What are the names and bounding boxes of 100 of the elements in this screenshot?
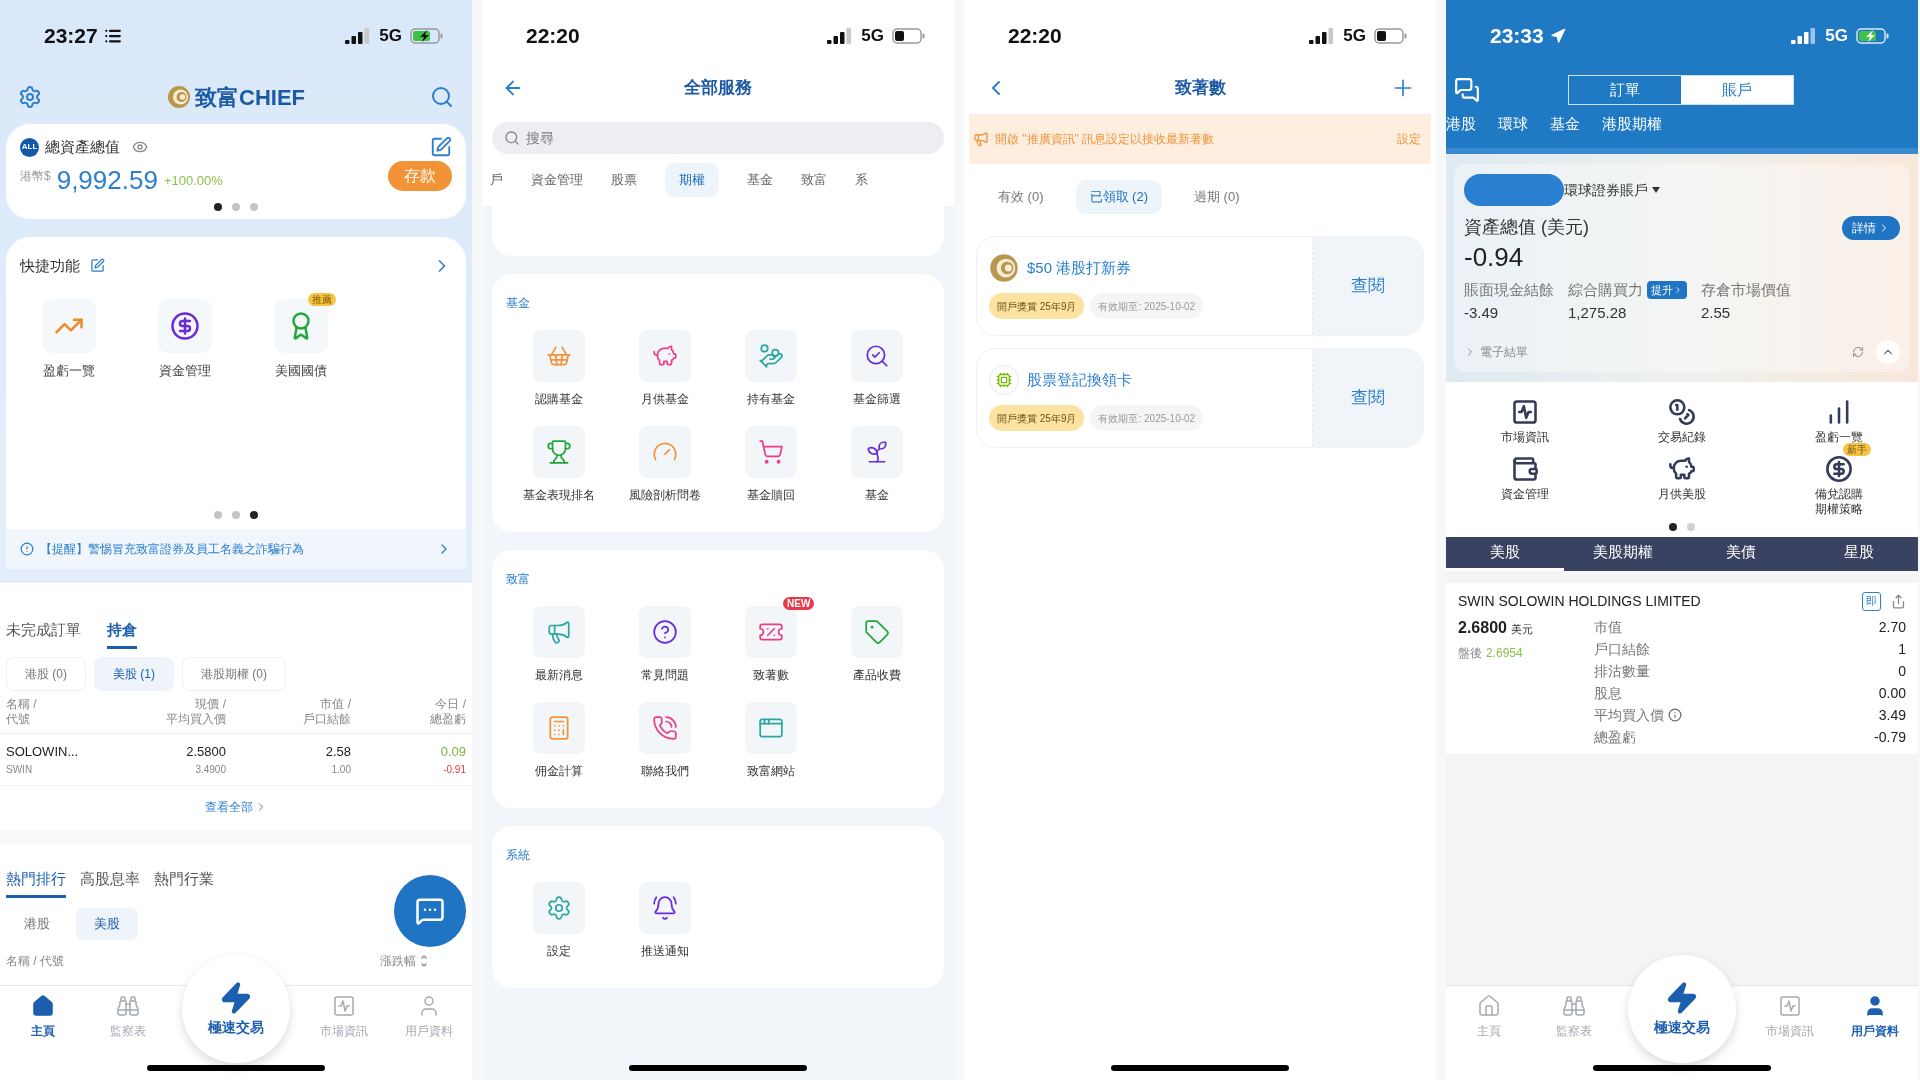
refresh-icon[interactable]: [1852, 346, 1864, 358]
filter-chip[interactable]: 港股 (0): [6, 657, 86, 691]
service-shortcut[interactable]: 認購基金: [533, 330, 585, 408]
category-tab[interactable]: 基金: [747, 163, 773, 197]
page-title: 全部服務: [684, 77, 752, 100]
market-tab[interactable]: 港股期權: [1602, 112, 1662, 136]
stat-value: 2.55: [1701, 302, 1732, 323]
service-shortcut[interactable]: 最新消息: [533, 606, 585, 684]
edit-icon[interactable]: [430, 136, 452, 159]
wallet-icon: [1510, 455, 1539, 483]
view-all-link[interactable]: 查看全部: [205, 797, 267, 816]
orders-tab[interactable]: 持倉: [107, 618, 137, 649]
segment-tab[interactable]: 訂單: [1569, 76, 1681, 104]
shortcut-item[interactable]: 資金管理: [158, 299, 212, 381]
coupon-tab[interactable]: 有效 (0): [984, 180, 1058, 214]
service-shortcut[interactable]: 月供基金: [639, 330, 691, 408]
service-shortcut[interactable]: 基金篩選: [851, 330, 903, 408]
browser-window-icon: [745, 702, 797, 754]
quick-trade-button[interactable]: 極速交易: [1628, 955, 1736, 1063]
search-icon[interactable]: [430, 85, 454, 109]
chat-icon[interactable]: [1454, 77, 1480, 103]
function-shortcut[interactable]: 市場資訊: [1497, 394, 1552, 445]
coupon-tab[interactable]: 已領取 (2): [1075, 180, 1162, 214]
chart-activity-icon: [1510, 398, 1539, 426]
service-shortcut[interactable]: 推送通知: [639, 882, 691, 960]
category-tab[interactable]: 系: [855, 163, 868, 197]
reward-tag: 開戶獎賞 25年9月: [989, 405, 1085, 431]
asset-title: 資產總值 (美元): [1464, 216, 1590, 239]
column-header: 名稱 / 代號: [6, 697, 38, 727]
service-shortcut[interactable]: 基金: [851, 426, 903, 504]
filter-chip[interactable]: 港股期權 (0): [182, 657, 286, 691]
market-value: 2.58: [325, 743, 351, 761]
dollar-circle-icon: [170, 311, 200, 341]
filter-chip[interactable]: 美股 (1): [94, 657, 174, 691]
view-button[interactable]: 查閱: [1313, 349, 1423, 447]
holding-tab[interactable]: 星股: [1800, 537, 1918, 571]
service-shortcut[interactable]: 基金贖回: [745, 426, 797, 504]
logo-icon: [989, 253, 1019, 283]
e-statement-link[interactable]: 電子結單: [1464, 343, 1528, 361]
asset-title: 總資產總值: [45, 137, 120, 157]
field-value: 0.00: [1878, 683, 1906, 703]
market-chip[interactable]: 港股: [6, 908, 68, 940]
category-tab[interactable]: 期權: [665, 163, 719, 197]
category-tab[interactable]: 股票: [611, 163, 637, 197]
service-shortcut[interactable]: 佣金計算: [533, 702, 585, 780]
collapse-button[interactable]: [1876, 340, 1900, 364]
search-field[interactable]: 搜尋: [492, 122, 944, 154]
service-shortcut[interactable]: 基金表現排名: [523, 426, 595, 504]
holding-row[interactable]: SOLOWIN... SWIN 2.5800 3.4900 2.58 1.00 0.09 -0.91: [0, 734, 472, 786]
service-shortcut[interactable]: 產品收費: [851, 606, 903, 684]
service-shortcut[interactable]: 常見問題: [639, 606, 691, 684]
market-tab[interactable]: 基金: [1550, 112, 1580, 136]
basket-icon: [533, 330, 585, 382]
status-time: 22:20: [526, 23, 580, 50]
function-shortcut[interactable]: 月供美股: [1655, 451, 1709, 517]
chevron-right-icon: [1673, 285, 1683, 296]
shortcut-item[interactable]: 盈虧一覽: [42, 299, 96, 381]
service-shortcut[interactable]: 風險剖析問卷: [629, 426, 701, 504]
service-shortcut[interactable]: 設定: [533, 882, 585, 960]
ranking-tab[interactable]: 熱門行業: [154, 867, 214, 898]
field-value: -0.79: [1874, 727, 1906, 747]
service-shortcut[interactable]: 持有基金: [745, 330, 797, 408]
function-shortcut[interactable]: 交易紀錄: [1655, 394, 1709, 445]
sort-header[interactable]: 漲跌幅: [380, 952, 428, 970]
settings-icon: [533, 882, 585, 934]
coupon-tab[interactable]: 過期 (0): [1180, 180, 1254, 214]
ranking-tab[interactable]: 熱門排行: [6, 867, 66, 898]
view-button[interactable]: 查閱: [1313, 237, 1423, 335]
service-shortcut[interactable]: 聯絡我們: [639, 702, 691, 780]
category-tab[interactable]: 致富: [801, 163, 827, 197]
field-value: 0: [1898, 661, 1906, 681]
market-tab[interactable]: 環球: [1498, 112, 1528, 136]
function-shortcut[interactable]: 盈虧一覽: [1812, 394, 1867, 445]
field-label: 總盈虧: [1594, 727, 1636, 747]
holding-tab[interactable]: 美債: [1682, 537, 1800, 571]
settings-icon[interactable]: [18, 85, 42, 109]
account-selector[interactable]: 環球證券賬戶: [1564, 179, 1660, 201]
notice-text: 【提醒】警惕冒充致富證券及員工名義之詐騙行為: [40, 540, 305, 558]
alert-icon: [20, 541, 34, 556]
upgrade-badge[interactable]: 提升: [1647, 281, 1687, 300]
ranking-tab[interactable]: 高股息率: [80, 867, 140, 898]
nav-tab[interactable]: 主頁: [0, 994, 86, 1040]
service-shortcut[interactable]: 致富網站: [745, 702, 797, 780]
info-icon[interactable]: [1668, 708, 1682, 722]
orders-tab[interactable]: 未完成訂單: [6, 618, 81, 649]
segment-tab[interactable]: 賬戶: [1681, 76, 1793, 104]
category-tab[interactable]: 資金管理: [531, 163, 583, 197]
market-chip[interactable]: 美股: [76, 908, 138, 940]
holding-tab[interactable]: 美股期權: [1564, 537, 1682, 571]
edit-icon[interactable]: [90, 258, 105, 274]
nav-tab[interactable]: 用戶資料: [1832, 994, 1918, 1040]
function-shortcut[interactable]: 資金管理: [1497, 451, 1552, 517]
chat-icon: [415, 896, 445, 926]
field-label: 股息: [1594, 683, 1622, 703]
share-icon[interactable]: [1891, 594, 1906, 609]
binoculars-icon: [1562, 994, 1587, 1018]
market-tab[interactable]: 港股: [1446, 112, 1476, 136]
category-tab[interactable]: 戶: [490, 163, 503, 197]
notice-bar[interactable]: 【提醒】警惕冒充致富證券及員工名義之詐騙行為: [6, 528, 466, 569]
details-button[interactable]: 詳情: [1842, 215, 1900, 240]
